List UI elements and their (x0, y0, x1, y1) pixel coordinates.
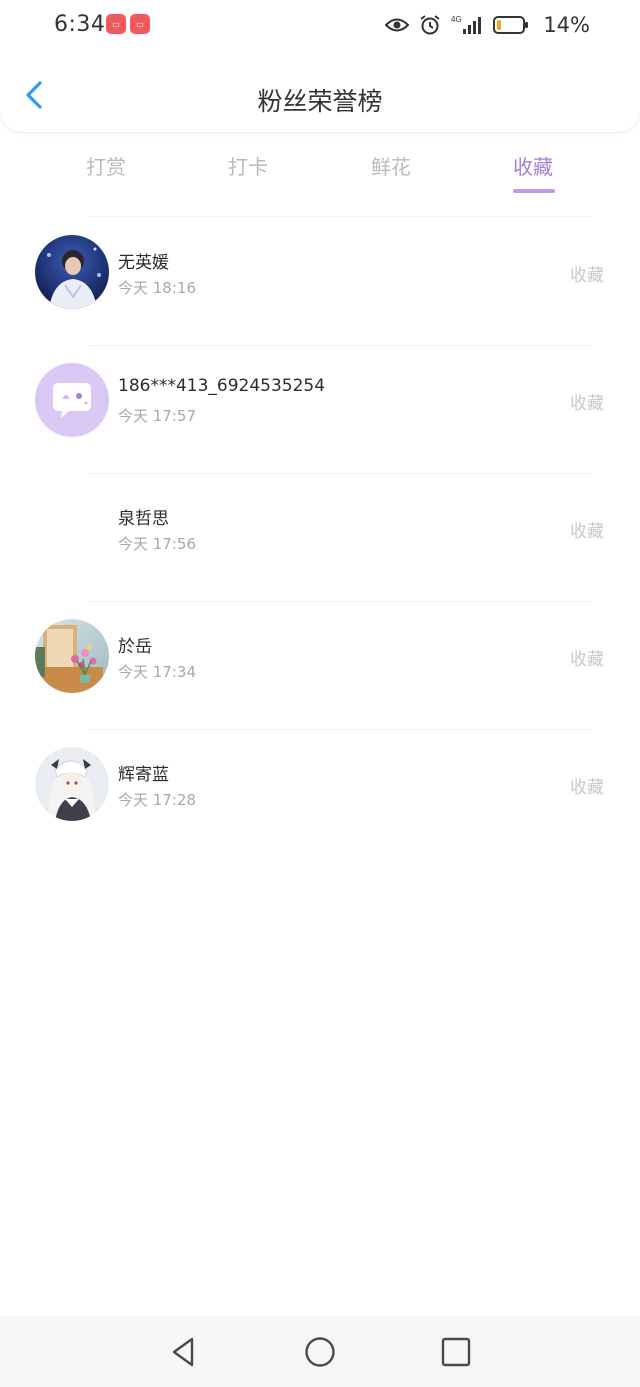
system-nav-bar (0, 1316, 640, 1387)
fan-time: 今天 18:16 (118, 279, 196, 297)
fan-action-label: 收藏 (570, 650, 604, 670)
anime-girl-avatar[interactable] (35, 747, 109, 821)
fan-name: 於岳 (118, 637, 152, 657)
list-item[interactable]: 辉寄蓝 今天 17:28 收藏 (0, 730, 640, 858)
status-bar: 6:34 ▭ ▭ 4G 14% (0, 0, 640, 54)
fan-name: 泉哲思 (118, 509, 169, 529)
list-item[interactable]: 泉哲思 今天 17:56 收藏 (0, 474, 640, 602)
tab-flowers[interactable]: 鲜花 (331, 151, 451, 180)
status-icons: 4G 14% (385, 12, 590, 38)
app-badge-icon: ▭ (106, 14, 126, 34)
alarm-icon (419, 14, 441, 36)
tab-bar: 打赏 打卡 鲜花 收藏 (0, 145, 640, 205)
fan-name: 186***413_6924535254 (118, 376, 326, 396)
recents-square-icon[interactable] (440, 1336, 472, 1368)
list-item[interactable]: 无英媛 今天 18:16 收藏 (0, 218, 640, 346)
home-circle-icon[interactable] (304, 1336, 336, 1368)
fan-time: 今天 17:56 (118, 535, 196, 553)
empty-avatar[interactable] (35, 491, 109, 565)
signal-4g-icon: 4G (451, 14, 483, 36)
tab-favorites[interactable]: 收藏 (473, 151, 593, 180)
flowers-photo-avatar[interactable] (35, 619, 109, 693)
fan-action-label: 收藏 (570, 778, 604, 798)
eye-icon (385, 17, 410, 33)
nav-header: 粉丝荣誉榜 (0, 60, 640, 130)
battery-icon (493, 15, 529, 35)
network-label: 4G (451, 15, 462, 24)
active-tab-indicator (513, 189, 555, 193)
fan-action-label: 收藏 (570, 266, 604, 286)
tab-reward[interactable]: 打赏 (46, 151, 166, 180)
fan-action-label: 收藏 (570, 394, 604, 414)
fan-time: 今天 17:34 (118, 663, 196, 681)
status-time: 6:34 (54, 12, 106, 37)
fan-name: 无英媛 (118, 253, 169, 273)
person-photo-avatar[interactable] (35, 235, 109, 309)
page-title: 粉丝荣誉榜 (257, 87, 383, 116)
fan-action-label: 收藏 (570, 522, 604, 542)
battery-percent: 14% (543, 13, 590, 37)
chat-bubble-default-avatar[interactable] (35, 363, 109, 437)
back-triangle-icon[interactable] (168, 1336, 200, 1368)
fan-name: 辉寄蓝 (118, 765, 169, 785)
fan-list: 无英媛 今天 18:16 收藏 186***413_6924535254 今天 … (0, 218, 640, 858)
screen: 6:34 ▭ ▭ 4G 14% 粉丝荣誉榜 打赏 打卡 鲜花 收藏 无英媛 今天… (0, 0, 640, 1387)
divider (88, 216, 590, 217)
tab-checkin[interactable]: 打卡 (188, 151, 308, 180)
list-item[interactable]: 186***413_6924535254 今天 17:57 收藏 (0, 346, 640, 474)
app-badge-icon: ▭ (130, 14, 150, 34)
list-item[interactable]: 於岳 今天 17:34 收藏 (0, 602, 640, 730)
header-card: 6:34 ▭ ▭ 4G 14% 粉丝荣誉榜 (0, 0, 640, 132)
fan-time: 今天 17:57 (118, 407, 196, 425)
fan-time: 今天 17:28 (118, 791, 196, 809)
